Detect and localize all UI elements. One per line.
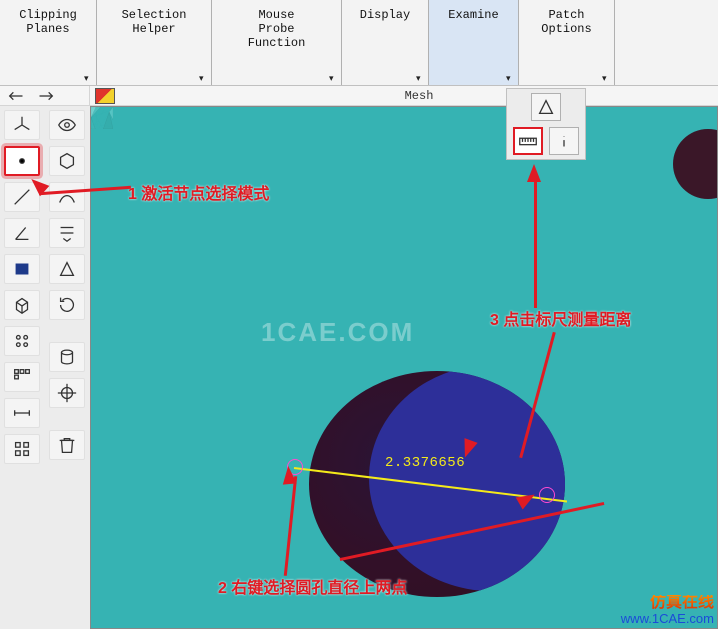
face-icon — [11, 258, 33, 280]
dropdown-arrow-icon: ▾ — [602, 73, 612, 83]
brand-footer: 仿真在线 www.1CAE.com — [621, 595, 714, 627]
palette-button[interactable] — [90, 86, 120, 105]
ruler-button[interactable] — [513, 127, 543, 155]
ribbon-examine[interactable]: Examine ▾ — [429, 0, 519, 85]
palette-icon — [95, 88, 115, 104]
box-button[interactable] — [49, 146, 85, 176]
undo-dropdown[interactable] — [6, 89, 28, 103]
group-icon — [11, 330, 33, 352]
panel-title: Mesh — [120, 86, 718, 105]
grid-sel-icon — [11, 438, 33, 460]
measurement-value: 2.3376656 — [385, 455, 465, 471]
top-ribbon: Clipping Planes▾Selection Helper▾Mouse P… — [0, 0, 718, 86]
subheader: Mesh — [0, 86, 718, 106]
subheader-tools — [0, 86, 90, 105]
dropdown-arrow-icon: ▾ — [84, 73, 94, 83]
eye-button[interactable] — [49, 110, 85, 140]
axis-button[interactable] — [4, 110, 40, 140]
ribbon-mouse[interactable]: Mouse Probe Function ▾ — [212, 0, 342, 85]
cylinder-button[interactable] — [49, 342, 85, 372]
path-button[interactable] — [49, 182, 85, 212]
cylinder-icon — [56, 346, 78, 368]
pattern-button[interactable] — [4, 362, 40, 392]
annotation-3: 3 点击标尺测量距离 — [490, 306, 631, 330]
redo-dropdown[interactable] — [34, 89, 56, 103]
ribbon-label: Display — [360, 8, 410, 22]
pick-point-2 — [539, 487, 555, 503]
watermark-text: 1CAE.COM — [261, 317, 414, 348]
dropdown-arrow-icon: ▾ — [506, 73, 516, 83]
line-meas-button[interactable] — [4, 398, 40, 428]
examine-popover — [506, 88, 586, 160]
dropdown-arrow-icon: ▾ — [416, 73, 426, 83]
axis-icon — [11, 114, 33, 136]
sweep-icon — [56, 258, 78, 280]
ribbon-display[interactable]: Display ▾ — [342, 0, 429, 85]
mesh-wireframe — [91, 107, 113, 129]
arrow-2-head — [281, 465, 297, 484]
angle-button[interactable] — [4, 218, 40, 248]
angle-icon — [11, 222, 33, 244]
sweep-button[interactable] — [49, 254, 85, 284]
eye-icon — [56, 114, 78, 136]
ribbon-label: Examine — [448, 8, 498, 22]
trash-icon — [56, 434, 78, 456]
box-icon — [56, 150, 78, 172]
ribbon-label: Mouse Probe Function — [248, 8, 306, 50]
solid-button[interactable] — [4, 290, 40, 320]
dropdown-arrow-icon: ▾ — [329, 73, 339, 83]
project-button[interactable] — [49, 218, 85, 248]
face-button[interactable] — [4, 254, 40, 284]
arrow-3a-line — [534, 176, 537, 308]
ribbon-label: Clipping Planes — [19, 8, 77, 36]
edge-icon — [11, 186, 33, 208]
ribbon-label: Selection Helper — [122, 8, 187, 36]
info-button[interactable] — [549, 127, 579, 155]
rotate-icon — [56, 294, 78, 316]
dropdown-arrow-icon: ▾ — [199, 73, 209, 83]
rotate-button[interactable] — [49, 290, 85, 320]
ribbon-clipping[interactable]: Clipping Planes ▾ — [0, 0, 97, 85]
trash-button[interactable] — [49, 430, 85, 460]
node-point-icon — [11, 150, 33, 172]
distant-sphere — [673, 129, 718, 199]
angle-faces-icon — [535, 96, 557, 118]
info-icon — [553, 130, 575, 152]
project-icon — [56, 222, 78, 244]
node-point-button[interactable] — [4, 146, 40, 176]
ruler-icon — [517, 130, 539, 152]
brand-url: www.1CAE.com — [621, 611, 714, 627]
target-icon — [56, 382, 78, 404]
ribbon-selection[interactable]: Selection Helper ▾ — [97, 0, 212, 85]
group-button[interactable] — [4, 326, 40, 356]
ribbon-patch[interactable]: Patch Options ▾ — [519, 0, 615, 85]
target-button[interactable] — [49, 378, 85, 408]
solid-icon — [11, 294, 33, 316]
annotation-2: 2 右键选择圆孔直径上两点 — [218, 574, 407, 598]
pattern-icon — [11, 366, 33, 388]
brand-zh: 仿真在线 — [621, 595, 714, 611]
measure-mode-button[interactable] — [531, 93, 561, 121]
line-meas-icon — [11, 402, 33, 424]
arrow-3a-head — [527, 164, 541, 182]
toolbar-col-2 — [45, 106, 90, 629]
annotation-1: 1 激活节点选择模式 — [128, 180, 269, 204]
grid-sel-button[interactable] — [4, 434, 40, 464]
ribbon-label: Patch Options — [541, 8, 591, 36]
